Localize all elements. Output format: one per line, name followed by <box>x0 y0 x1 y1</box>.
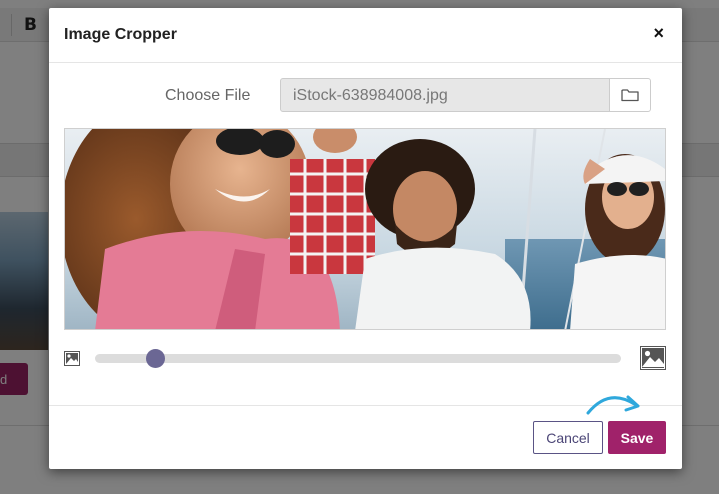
zoom-slider-track[interactable] <box>95 354 621 363</box>
crop-image-area[interactable] <box>64 128 666 330</box>
zoom-slider-handle[interactable] <box>145 349 165 368</box>
choose-file-label: Choose File <box>165 87 251 104</box>
save-button[interactable]: Save <box>608 421 666 454</box>
image-cropper-modal: Image Cropper × Choose File iStock-63898… <box>49 8 682 469</box>
image-small-icon[interactable] <box>64 351 80 366</box>
browse-button[interactable] <box>609 78 651 112</box>
folder-icon <box>621 89 639 102</box>
close-icon[interactable]: × <box>653 24 664 42</box>
image-large-icon[interactable] <box>640 346 666 370</box>
curved-arrow-icon <box>586 395 640 415</box>
cancel-button[interactable]: Cancel <box>533 421 603 454</box>
modal-title: Image Cropper <box>64 26 177 43</box>
modal-header: Image Cropper × <box>49 8 682 63</box>
file-name-field[interactable]: iStock-638984008.jpg <box>280 78 610 112</box>
cropped-photo <box>65 129 665 329</box>
